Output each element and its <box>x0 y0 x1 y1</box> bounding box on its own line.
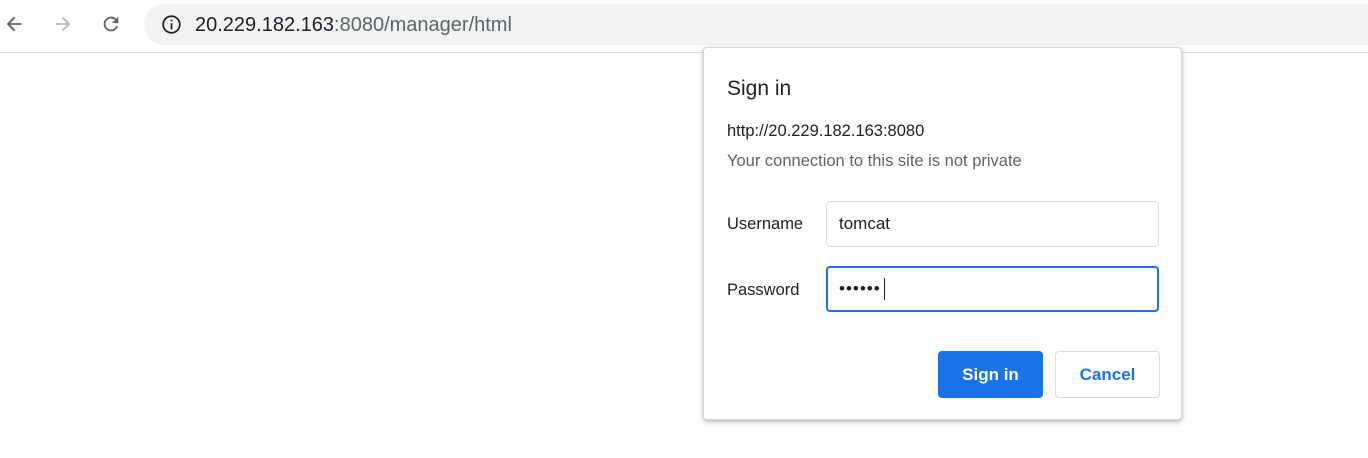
address-bar[interactable]: 20.229.182.163:8080/manager/html <box>144 4 1368 45</box>
cancel-button[interactable]: Cancel <box>1055 351 1160 398</box>
password-field[interactable]: •••••• <box>826 266 1159 312</box>
url-path: :8080/manager/html <box>334 14 512 36</box>
arrow-left-icon <box>6 16 22 32</box>
reload-icon <box>103 16 119 32</box>
url-host: 20.229.182.163 <box>195 14 335 36</box>
dialog-origin: http://20.229.182.163:8080 <box>727 122 925 140</box>
url-text: 20.229.182.163:8080/manager/html <box>195 14 512 36</box>
username-field[interactable]: tomcat <box>826 201 1159 247</box>
privacy-warning: Your connection to this site is not priv… <box>727 152 1022 170</box>
password-value: •••••• <box>839 279 881 298</box>
sign-in-dialog: Sign in http://20.229.182.163:8080 Your … <box>703 47 1182 420</box>
browser-toolbar: 20.229.182.163:8080/manager/html <box>0 0 1368 53</box>
reload-button[interactable] <box>95 8 127 40</box>
text-caret <box>883 278 885 300</box>
forward-button[interactable] <box>47 8 79 40</box>
username-value: tomcat <box>839 214 891 233</box>
info-icon[interactable] <box>161 14 182 35</box>
username-label: Username <box>727 215 804 233</box>
sign-in-button[interactable]: Sign in <box>938 351 1043 398</box>
arrow-right-icon <box>55 16 71 32</box>
password-label: Password <box>727 281 800 299</box>
dialog-title: Sign in <box>727 77 792 100</box>
back-button[interactable] <box>0 8 30 40</box>
